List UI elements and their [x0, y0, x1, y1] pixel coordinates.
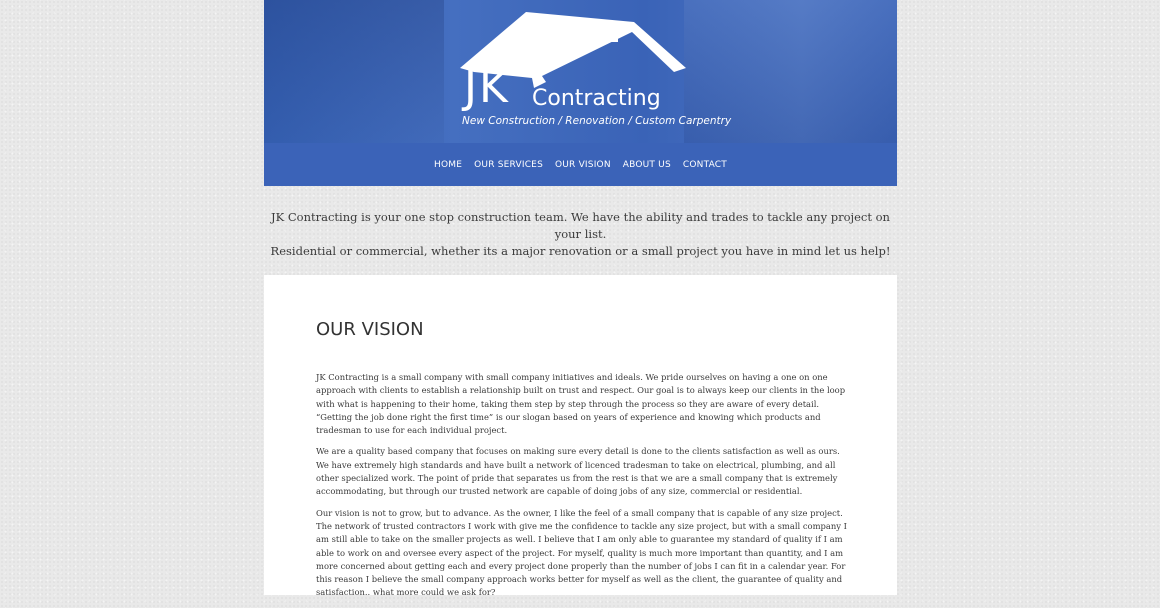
logo-name[interactable]: Contracting: [532, 86, 661, 111]
nav-about-us[interactable]: ABOUT US: [623, 160, 671, 170]
hero-shade-left: [264, 0, 444, 143]
nav-home[interactable]: HOME: [434, 160, 462, 170]
hero-banner: JK Contracting New Construction / Renova…: [264, 0, 897, 143]
site-header: JK Contracting New Construction / Renova…: [264, 0, 897, 186]
tagline: New Construction / Renovation / Custom C…: [462, 115, 732, 127]
content-body: JK Contracting is a small company with s…: [316, 371, 851, 608]
content-card: OUR VISION JK Contracting is a small com…: [264, 275, 897, 597]
intro-line-1: JK Contracting is your one stop construc…: [271, 210, 890, 241]
intro-line-2: Residential or commercial, whether its a…: [270, 244, 891, 258]
nav-our-vision[interactable]: OUR VISION: [555, 160, 611, 170]
paragraph-3: Our vision is not to grow, but to advanc…: [316, 507, 847, 598]
logo-initials[interactable]: JK: [464, 62, 510, 113]
intro-text: JK Contracting is your one stop construc…: [264, 209, 897, 260]
main-nav: HOME OUR SERVICES OUR VISION ABOUT US CO…: [264, 143, 897, 186]
nav-contact[interactable]: CONTACT: [683, 160, 727, 170]
nav-our-services[interactable]: OUR SERVICES: [474, 160, 543, 170]
paragraph-2: We are a quality based company that focu…: [316, 446, 840, 497]
page-title: OUR VISION: [316, 319, 424, 340]
paragraph-1: JK Contracting is a small company with s…: [316, 372, 846, 436]
